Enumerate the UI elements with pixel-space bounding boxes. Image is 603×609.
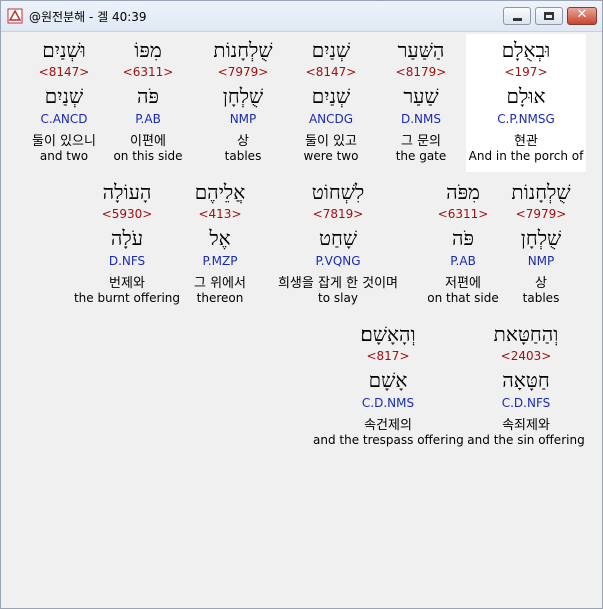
strong-number[interactable]: <5930> (71, 207, 183, 221)
minimize-button[interactable] (503, 7, 531, 25)
strong-number[interactable]: <413> (180, 207, 260, 221)
english-gloss: the burnt offering (73, 291, 181, 305)
morphology-code: P.VQNG (315, 254, 361, 268)
word-cell[interactable]: וְהַחַטָּאת <2403> חַטָּאָה C.D.NFS 속죄제와 and … (466, 318, 586, 456)
maximize-button[interactable] (535, 7, 563, 25)
hebrew-word: אֲלֵיהֶם (194, 180, 246, 204)
word-cell[interactable]: שֻׁלְחָנוֹת <7979> שֻׁלְחָן NMP 상 tables (193, 34, 293, 172)
morphology-code: C.ANCD (40, 112, 88, 126)
hebrew-lemma: פֹּה (452, 226, 474, 250)
english-gloss: thereon (196, 291, 244, 305)
korean-gloss: 번제와 (109, 276, 145, 291)
korean-gloss: 둘이 있으니 (32, 134, 96, 149)
english-gloss: and the trespass offering (313, 433, 464, 447)
hebrew-word: הַשַּׁעַר (397, 38, 445, 62)
minimize-icon (513, 18, 522, 21)
word-cell[interactable]: וְהָאָשָׁם׃ <817> אָשָׁם C.D.NMS 속건제의 and the… (313, 318, 464, 456)
window-title: @원전분해 - 겔 40:39 (29, 10, 147, 24)
hebrew-lemma: חַטָּאָה (502, 368, 550, 392)
word-cell[interactable]: הָעוֹלָה <5930> עֹלָה D.NFS 번제와 the burnt off… (71, 176, 183, 314)
strong-number[interactable]: <8147> (290, 65, 372, 79)
strong-number[interactable]: <8147> (9, 65, 119, 79)
korean-gloss: 그 문의 (400, 134, 441, 149)
word-cell[interactable]: וּבְאֻלָם <197> אוּלָם C.P.NMSG 현관 And in the… (466, 34, 586, 172)
maximize-icon (544, 12, 554, 20)
korean-gloss: 속죄제와 (502, 418, 550, 433)
analysis-panel: וּבְאֻלָם <197> אוּלָם C.P.NMSG 현관 And in the… (3, 32, 600, 606)
hebrew-word: שְׁנַיִם (311, 38, 351, 62)
morphology-code: P.MZP (202, 254, 238, 268)
hebrew-word: שֻׁלְחָנוֹת (511, 180, 571, 204)
english-gloss: tables (224, 149, 262, 163)
english-gloss: tables (522, 291, 560, 305)
strong-number[interactable]: <8179> (376, 65, 466, 79)
strong-number[interactable]: <2403> (466, 349, 586, 363)
app-icon (7, 8, 23, 24)
hebrew-word: וּשְׁנַיִם (42, 38, 86, 62)
strong-number[interactable]: <197> (466, 65, 586, 79)
morphology-code: C.P.NMSG (497, 112, 555, 126)
hebrew-word: וּבְאֻלָם (501, 38, 551, 62)
hebrew-lemma: שֻׁלְחָן (520, 226, 562, 250)
hebrew-lemma: שָׁחַט (318, 226, 358, 250)
english-gloss: the gate (395, 149, 447, 163)
korean-gloss: 현관 (514, 134, 538, 149)
hebrew-word: מִפֹּה (446, 180, 480, 204)
hebrew-word: שֻׁלְחָנוֹת (213, 38, 273, 62)
english-gloss: to slay (318, 291, 358, 305)
close-icon: ✕ (576, 7, 588, 22)
korean-gloss: 희생을 잡게 한 것이며 (277, 276, 399, 291)
morphology-code: D.NFS (108, 254, 146, 268)
morphology-code: NMP (229, 112, 257, 126)
morphology-code: ANCDG (308, 112, 354, 126)
hebrew-lemma: עֹלָה (110, 226, 144, 250)
hebrew-word: וְהַחַטָּאת (493, 322, 559, 346)
strong-number[interactable]: <7979> (503, 207, 579, 221)
korean-gloss: 그 위에서 (194, 276, 246, 291)
english-gloss: were two (303, 149, 359, 163)
hebrew-word: וְהָאָשָׁם׃ (360, 322, 416, 346)
english-gloss: and the sin offering (467, 433, 585, 447)
korean-gloss: 상 (535, 276, 547, 291)
hebrew-word: הָעוֹלָה (102, 180, 152, 204)
hebrew-lemma: אָשָׁם (368, 368, 408, 392)
morphology-code: C.D.NFS (501, 396, 551, 410)
korean-gloss: 저편에 (445, 276, 481, 291)
word-cell[interactable]: מִפֹּה <6311> פֹּה P.AB 저편에 on that side (418, 176, 508, 314)
english-gloss: on that side (427, 291, 499, 305)
hebrew-lemma: שְׁנַיִם (44, 84, 84, 108)
title-bar[interactable]: @원전분해 - 겔 40:39 ✕ (1, 1, 602, 32)
strong-number[interactable]: <6311> (418, 207, 508, 221)
morphology-code: C.D.NMS (361, 396, 415, 410)
korean-gloss: 속건제의 (364, 418, 412, 433)
morphology-code: D.NMS (400, 112, 441, 126)
word-cell[interactable]: לִשְׁחוֹט <7819> שָׁחַט P.VQNG 희생을 잡게 한 것이며 t… (258, 176, 418, 314)
hebrew-word: לִשְׁחוֹט (311, 180, 365, 204)
hebrew-lemma: שְׁנַיִם (311, 84, 351, 108)
word-cell[interactable]: אֲלֵיהֶם <413> אֶל P.MZP 그 위에서 thereon (180, 176, 260, 314)
close-button[interactable]: ✕ (567, 7, 597, 25)
word-cell[interactable]: וּשְׁנַיִם <8147> שְׁנַיִם C.ANCD 둘이 있으니 and … (9, 34, 119, 172)
app-window: @원전분해 - 겔 40:39 ✕ וּבְאֻלָם <197> אוּלָם C.… (0, 0, 603, 609)
hebrew-lemma: שַׁעַר (403, 84, 439, 108)
word-cell[interactable]: שֻׁלְחָנוֹת <7979> שֻׁלְחָן NMP 상 tables (503, 176, 579, 314)
english-gloss: And in the porch of (468, 149, 584, 163)
strong-number[interactable]: <817> (313, 349, 463, 363)
hebrew-lemma: אֶל (209, 226, 231, 250)
word-cell[interactable]: הַשַּׁעַר <8179> שַׁעַר D.NMS 그 문의 the gate (376, 34, 466, 172)
hebrew-lemma: אוּלָם (506, 84, 546, 108)
strong-number[interactable]: <7819> (258, 207, 418, 221)
korean-gloss: 둘이 있고 (305, 134, 357, 149)
morphology-code: NMP (527, 254, 555, 268)
word-cell[interactable]: שְׁנַיִם <8147> שְׁנַיִם ANCDG 둘이 있고 were two (290, 34, 372, 172)
hebrew-lemma: שֻׁלְחָן (222, 84, 264, 108)
korean-gloss: 상 (237, 134, 249, 149)
english-gloss: and two (39, 149, 89, 163)
morphology-code: P.AB (450, 254, 476, 268)
strong-number[interactable]: <7979> (193, 65, 293, 79)
